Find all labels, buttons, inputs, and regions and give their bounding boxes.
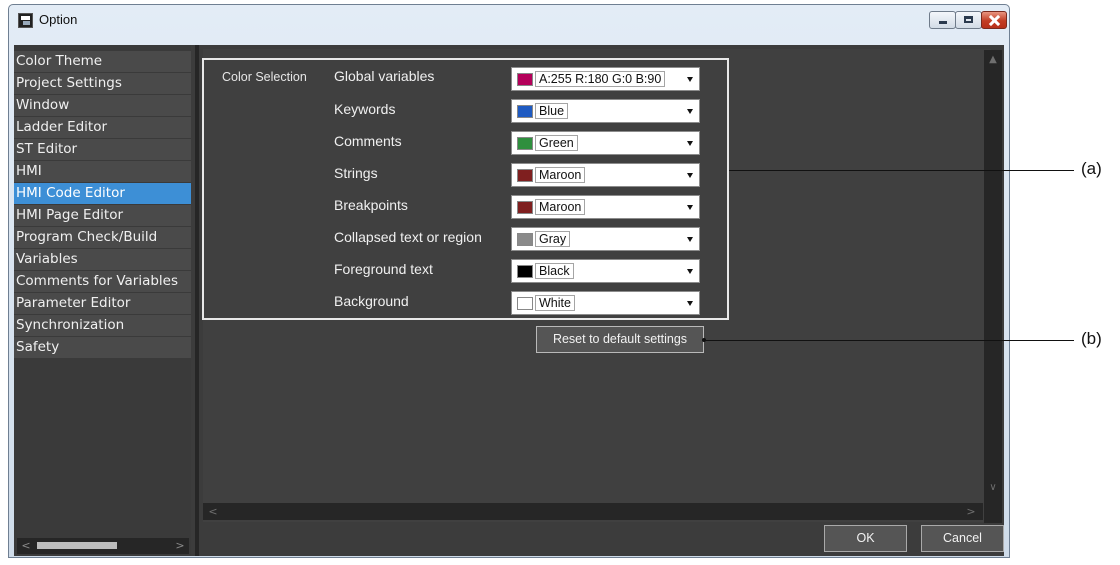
color-swatch [517, 137, 533, 150]
cancel-button[interactable]: Cancel [921, 525, 1004, 552]
comments-color-dropdown[interactable]: Green [511, 131, 700, 155]
sidebar-item-color-theme[interactable]: Color Theme [14, 51, 191, 72]
scroll-right-icon[interactable]: > [173, 538, 187, 554]
close-button[interactable] [981, 11, 1007, 29]
maximize-button[interactable] [955, 11, 982, 29]
sidebar-horizontal-scrollbar[interactable]: < > [17, 538, 189, 554]
sidebar-item-hmi-page-editor[interactable]: HMI Page Editor [14, 205, 191, 226]
color-swatch [517, 265, 533, 278]
scrollbar-thumb[interactable] [37, 542, 117, 549]
scroll-left-icon[interactable]: < [19, 538, 33, 554]
color-swatch [517, 233, 533, 246]
dropdown-value: A:255 R:180 G:0 B:90 [535, 71, 666, 87]
dropdown-value: Maroon [535, 199, 586, 215]
dropdown-value: Gray [535, 231, 571, 247]
breakpoints-color-dropdown[interactable]: Maroon [511, 195, 700, 219]
dropdown-value: Black [535, 263, 574, 279]
color-swatch [517, 169, 533, 182]
window-title: Option [39, 12, 78, 27]
foreground-text-color-dropdown[interactable]: Black [511, 259, 700, 283]
panel-horizontal-scrollbar[interactable]: < > [203, 503, 983, 520]
background-label: Background [334, 293, 409, 309]
callout-a-line [729, 170, 1074, 171]
strings-label: Strings [334, 165, 378, 181]
category-sidebar: Color Theme Project Settings Window Ladd… [14, 45, 191, 556]
chevron-down-icon[interactable] [687, 237, 693, 242]
chevron-down-icon[interactable] [687, 77, 693, 82]
chevron-down-icon[interactable] [687, 205, 693, 210]
keywords-label: Keywords [334, 101, 396, 117]
global-variables-color-dropdown[interactable]: A:255 R:180 G:0 B:90 [511, 67, 700, 91]
callout-a-label: (a) [1081, 159, 1102, 178]
reset-to-default-button[interactable]: Reset to default settings [536, 326, 704, 353]
color-swatch [517, 201, 533, 214]
color-selection-label: Color Selection [222, 70, 307, 84]
ok-button[interactable]: OK [824, 525, 907, 552]
sidebar-item-window[interactable]: Window [14, 95, 191, 116]
color-swatch [517, 297, 533, 310]
strings-color-dropdown[interactable]: Maroon [511, 163, 700, 187]
app-icon [18, 13, 33, 28]
dropdown-value: Green [535, 135, 578, 151]
breakpoints-label: Breakpoints [334, 197, 408, 213]
comments-label: Comments [334, 133, 402, 149]
category-list: Color Theme Project Settings Window Ladd… [14, 51, 191, 359]
keywords-color-dropdown[interactable]: Blue [511, 99, 700, 123]
sidebar-item-parameter-editor[interactable]: Parameter Editor [14, 293, 191, 314]
chevron-down-icon[interactable] [687, 301, 693, 306]
dropdown-value: White [535, 295, 575, 311]
color-swatch [517, 73, 533, 86]
sidebar-item-ladder-editor[interactable]: Ladder Editor [14, 117, 191, 138]
dropdown-value: Maroon [535, 167, 586, 183]
chevron-down-icon[interactable] [687, 141, 693, 146]
sidebar-item-variables[interactable]: Variables [14, 249, 191, 270]
background-color-dropdown[interactable]: White [511, 291, 700, 315]
sidebar-item-st-editor[interactable]: ST Editor [14, 139, 191, 160]
sidebar-item-hmi-code-editor[interactable]: HMI Code Editor [14, 183, 191, 204]
scroll-up-icon[interactable]: ▲ [987, 54, 999, 66]
collapsed-text-color-dropdown[interactable]: Gray [511, 227, 700, 251]
panel-vertical-scrollbar[interactable]: ▲ ∨ [984, 50, 1002, 523]
title-bar[interactable]: Option [9, 5, 1009, 45]
panel-splitter[interactable] [195, 45, 199, 556]
color-swatch [517, 105, 533, 118]
sidebar-item-safety[interactable]: Safety [14, 337, 191, 358]
chevron-down-icon[interactable] [687, 269, 693, 274]
foreground-text-label: Foreground text [334, 261, 433, 277]
sidebar-item-hmi[interactable]: HMI [14, 161, 191, 182]
scroll-left-icon[interactable]: < [207, 505, 219, 518]
callout-b-line [704, 340, 1074, 341]
sidebar-item-synchronization[interactable]: Synchronization [14, 315, 191, 336]
callout-b-label: (b) [1081, 329, 1102, 348]
sidebar-item-program-check-build[interactable]: Program Check/Build [14, 227, 191, 248]
collapsed-text-label: Collapsed text or region [334, 229, 482, 245]
chevron-down-icon[interactable] [687, 109, 693, 114]
sidebar-item-project-settings[interactable]: Project Settings [14, 73, 191, 94]
global-variables-label: Global variables [334, 68, 435, 84]
chevron-down-icon[interactable] [687, 173, 693, 178]
dropdown-value: Blue [535, 103, 569, 119]
scroll-right-icon[interactable]: > [965, 505, 977, 518]
minimize-button[interactable] [929, 11, 956, 29]
sidebar-item-comments-for-variables[interactable]: Comments for Variables [14, 271, 191, 292]
scroll-down-icon[interactable]: ∨ [987, 482, 999, 494]
